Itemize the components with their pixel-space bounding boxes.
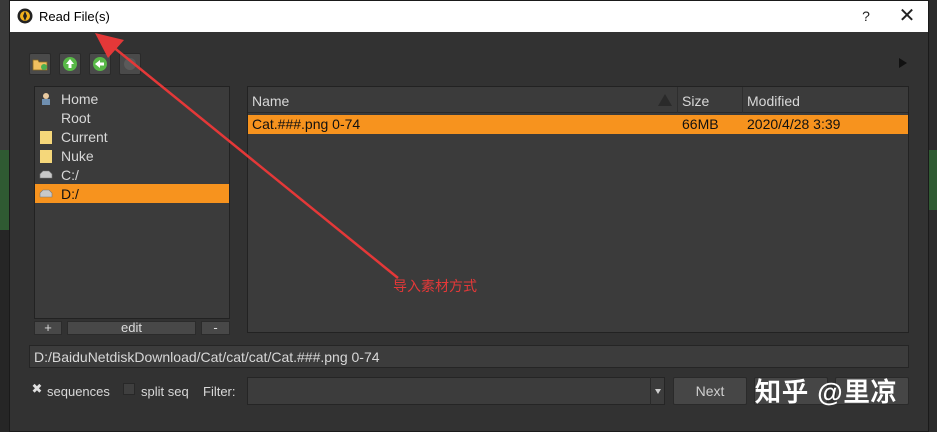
- places-item-label: Root: [61, 109, 91, 126]
- places-item-nuke[interactable]: Nuke: [35, 146, 229, 165]
- remove-place-button[interactable]: -: [201, 321, 230, 335]
- nuke-app-icon: [17, 8, 33, 24]
- sequences-label: sequences: [47, 384, 110, 399]
- new-folder-icon: [32, 59, 48, 71]
- places-item-c-drive[interactable]: C:/: [35, 165, 229, 184]
- expand-arrow-icon[interactable]: [899, 58, 907, 68]
- record-icon: [124, 58, 136, 70]
- home-icon: [42, 92, 50, 105]
- background-strip: [0, 230, 9, 432]
- folder-icon: [40, 130, 52, 144]
- file-list: Name Size Modified Cat.###.png 0-74 66MB…: [247, 86, 909, 333]
- read-file-dialog: Read File(s) ? ✕ Home Root Current Nuke …: [9, 0, 929, 432]
- filter-label: Filter:: [203, 384, 236, 399]
- up-arrow-icon: [63, 57, 77, 71]
- path-input[interactable]: D:/BaiduNetdiskDownload/Cat/cat/cat/Cat.…: [29, 345, 909, 368]
- places-item-root[interactable]: Root: [35, 108, 229, 127]
- sequences-checkbox[interactable]: ✖: [31, 382, 43, 395]
- places-item-label: D:/: [61, 185, 79, 202]
- file-modified: 2020/4/28 3:39: [747, 116, 841, 132]
- file-size: 66MB: [682, 116, 719, 132]
- file-row[interactable]: Cat.###.png 0-74 66MB 2020/4/28 3:39: [248, 115, 908, 134]
- file-list-header: Name Size Modified: [248, 87, 908, 113]
- places-item-home[interactable]: Home: [35, 89, 229, 108]
- sort-indicator-icon: [658, 94, 672, 106]
- back-button[interactable]: [89, 53, 111, 75]
- filter-dropdown-icon[interactable]: [650, 377, 665, 405]
- record-button[interactable]: [119, 53, 141, 75]
- background-strip: [0, 150, 9, 230]
- new-folder-button[interactable]: [29, 53, 51, 75]
- places-item-current[interactable]: Current: [35, 127, 229, 146]
- places-item-label: Home: [61, 90, 99, 107]
- next-button[interactable]: Next: [673, 377, 747, 405]
- close-button[interactable]: ✕: [896, 5, 918, 27]
- column-header-size[interactable]: Size: [678, 87, 743, 113]
- up-folder-button[interactable]: [59, 53, 81, 75]
- column-header-name[interactable]: Name: [248, 87, 678, 113]
- help-button[interactable]: ?: [858, 8, 874, 24]
- back-arrow-icon: [93, 57, 107, 71]
- background-app-left: [0, 0, 9, 432]
- drive-icon: [39, 189, 53, 197]
- places-item-label: Current: [61, 128, 108, 145]
- column-header-modified[interactable]: Modified: [743, 87, 908, 113]
- folder-icon: [40, 149, 52, 163]
- split-seq-label: split seq: [141, 384, 189, 399]
- places-item-d-drive[interactable]: D:/: [35, 184, 229, 203]
- window-title: Read File(s): [39, 9, 110, 24]
- background-strip: [929, 150, 937, 210]
- background-app-right: [929, 0, 937, 432]
- split-seq-checkbox[interactable]: [123, 383, 135, 395]
- places-list: Home Root Current Nuke C:/ D:/: [34, 86, 230, 319]
- edit-place-button[interactable]: edit: [67, 321, 196, 335]
- file-name: Cat.###.png 0-74: [252, 116, 361, 132]
- watermark-text: 知乎 @里凉: [755, 377, 898, 407]
- places-item-label: Nuke: [61, 147, 94, 164]
- add-place-button[interactable]: +: [34, 321, 62, 335]
- annotation-text: 导入素材方式: [393, 278, 477, 294]
- places-item-label: C:/: [61, 166, 79, 183]
- filter-input[interactable]: [247, 377, 665, 405]
- title-bar: Read File(s) ? ✕: [10, 1, 928, 32]
- drive-icon: [39, 170, 53, 178]
